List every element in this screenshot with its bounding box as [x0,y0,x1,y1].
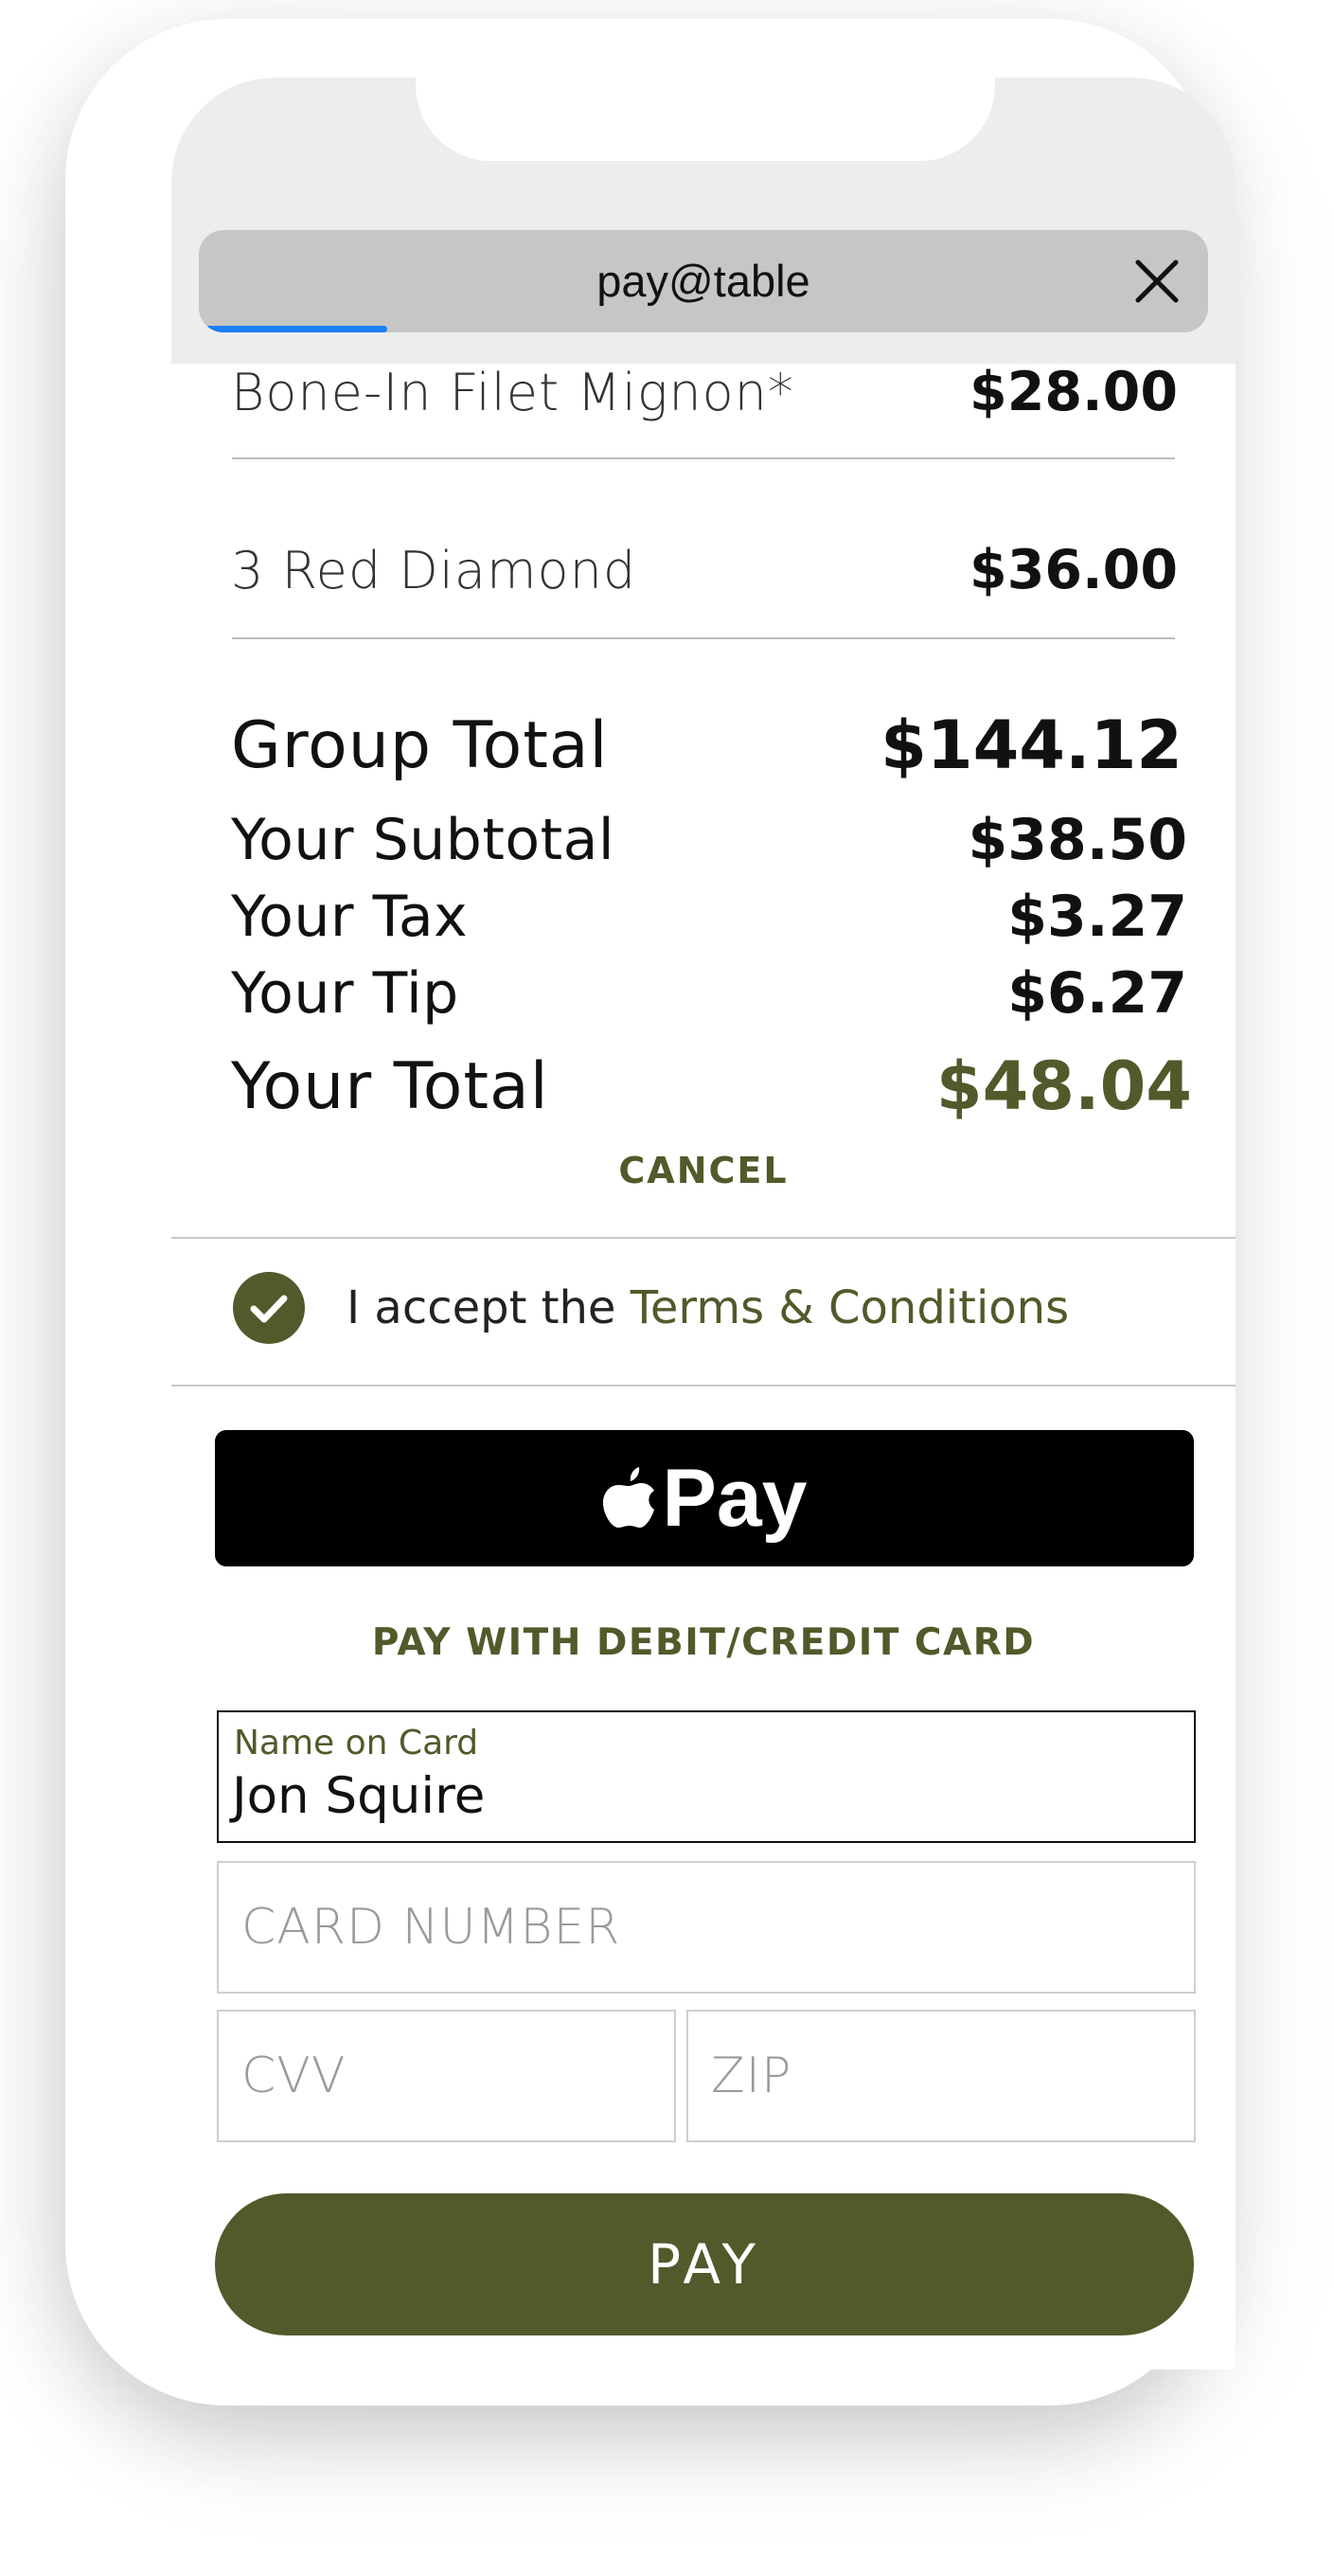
close-button[interactable] [1127,251,1187,312]
tip-label: Your Tip [231,960,459,1027]
your-total-value: $48.04 [935,1047,1192,1125]
card-section-heading: PAY WITH DEBIT/CREDIT CARD [371,1621,1036,1664]
checkout-content: Bone-In Filet Mignon* $28.00 3 Red Diamo… [171,78,1236,2370]
divider [171,1237,1236,1239]
subtotal-value: $38.50 [968,807,1187,873]
card-number-input[interactable] [219,1863,1194,1992]
order-item-price: $28.00 [969,361,1178,423]
tax-row: Your Tax $3.27 [231,879,1187,955]
tip-value: $6.27 [1007,960,1187,1027]
tax-label: Your Tax [231,884,469,950]
zip-input[interactable] [688,2012,1194,2140]
divider [232,637,1175,639]
tip-row: Your Tip $6.27 [231,956,1187,1031]
phone-frame: Bone-In Filet Mignon* $28.00 3 Red Diamo… [65,19,1236,2406]
cvv-input[interactable] [219,2012,674,2140]
group-total-value: $144.12 [880,707,1183,784]
order-item-name: Bone-In Filet Mignon* [231,362,794,422]
your-total-label: Your Total [231,1048,549,1124]
tax-value: $3.27 [1007,884,1187,950]
apple-pay-button[interactable]: Pay [215,1430,1194,1566]
page-load-progress [205,326,387,332]
checkmark-icon [250,1295,288,1323]
subtotal-row: Your Subtotal $38.50 [231,802,1187,878]
order-item-price: $36.00 [969,539,1178,601]
subtotal-label: Your Subtotal [231,807,615,873]
group-total-label: Group Total [231,707,609,783]
browser-url-bar[interactable]: pay@table [199,230,1208,332]
terms-checkbox[interactable] [233,1272,305,1344]
group-total-row: Group Total $144.12 [231,693,1183,797]
terms-link[interactable]: Terms & Conditions [631,1281,1069,1334]
close-icon [1135,259,1179,303]
pay-button[interactable]: PAY [215,2193,1194,2335]
apple-logo-icon [603,1467,655,1528]
phone-screen: Bone-In Filet Mignon* $28.00 3 Red Diamo… [171,78,1236,2370]
cvv-field [217,2010,676,2142]
name-on-card-label: Name on Card [234,1724,479,1762]
apple-pay-label: Pay [662,1452,808,1544]
order-item-row: 3 Red Diamond $36.00 [231,523,1178,617]
terms-prefix: I accept the [347,1281,616,1334]
zip-field [686,2010,1196,2142]
url-title: pay@table [596,256,810,306]
cancel-button[interactable]: CANCEL [171,1150,1236,1191]
your-total-row: Your Total $48.04 [231,1034,1192,1138]
order-item-name: 3 Red Diamond [231,540,637,600]
name-on-card-field[interactable]: Name on Card Jon Squire [217,1710,1196,1843]
divider [232,457,1175,459]
divider [171,1385,1236,1386]
terms-text: I accept the Terms & Conditions [347,1275,1069,1341]
phone-notch [416,78,995,161]
name-on-card-value: Jon Squire [232,1767,486,1825]
card-number-field [217,1861,1196,1994]
